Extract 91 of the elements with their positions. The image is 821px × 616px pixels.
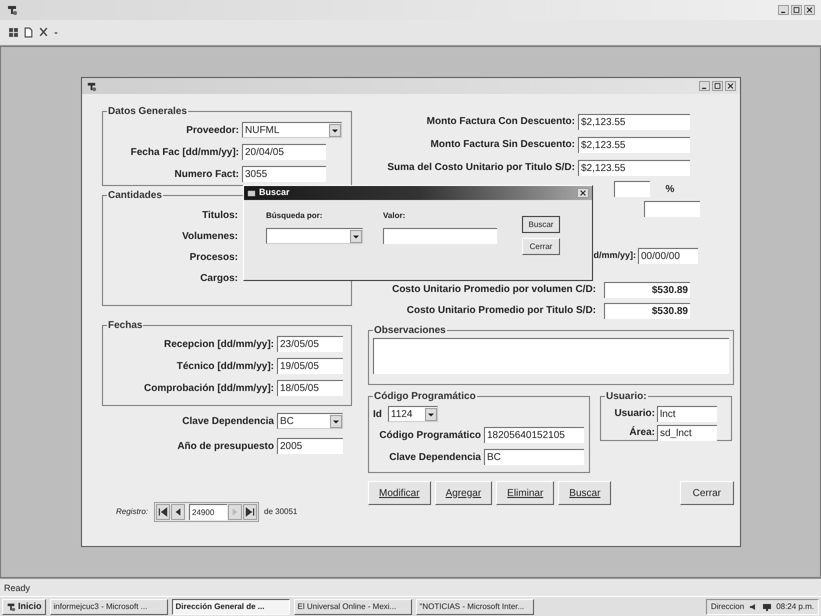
group-title: Fechas [107, 319, 144, 333]
field-label: Suma del Costo Unitario por Titulo S/D: [386, 161, 575, 175]
field-label: Área: [628, 425, 655, 440]
text-field[interactable] [614, 181, 650, 197]
field-label: Costo Unitario Promedio por volumen C/D: [392, 283, 596, 297]
text-field[interactable]: 2005 [277, 438, 343, 454]
taskbar-button[interactable]: Dirección General de ... [172, 598, 290, 614]
field-label: Cargos: [199, 272, 238, 286]
field-label: Valor: [383, 210, 406, 222]
field-label: Año de presupuesto [176, 440, 274, 454]
form-button[interactable]: Eliminar [496, 481, 554, 505]
field-label: Clave Dependencia [181, 414, 274, 428]
group-title: Código Programático [373, 390, 477, 404]
text-field[interactable]: 20/04/05 [242, 144, 326, 160]
maximize-icon[interactable] [712, 81, 723, 91]
clock: 08:24 p.m. [776, 600, 814, 612]
form-button[interactable]: Agregar [434, 481, 492, 505]
field-label: Monto Factura Sin Descuento: [430, 138, 575, 152]
group-title: Datos Generales [107, 105, 188, 119]
first-record-icon[interactable] [156, 504, 170, 520]
dropdown[interactable]: 1124 [388, 406, 438, 422]
monitor-icon[interactable] [762, 602, 772, 612]
minimize-icon[interactable] [699, 81, 710, 91]
field-label: Procesos: [188, 251, 238, 265]
close-icon[interactable] [804, 5, 815, 15]
text-field[interactable]: 3055 [242, 166, 326, 182]
field-label: Técnico [dd/mm/yy]: [176, 360, 274, 374]
field-label: Numero Fact: [174, 168, 239, 182]
text-field[interactable]: lnct [657, 406, 717, 422]
dialog-button[interactable]: Buscar [522, 216, 560, 233]
field-label: d/mm/yy]: [593, 249, 636, 262]
close-icon[interactable] [725, 81, 736, 91]
form-button[interactable]: Buscar [558, 481, 612, 505]
text-field[interactable] [383, 228, 497, 244]
text-field[interactable]: BC [484, 449, 584, 465]
last-record-icon[interactable] [243, 504, 258, 520]
text-field[interactable]: $2,123.55 [578, 160, 690, 176]
text-field[interactable]: sd_lnct [657, 424, 717, 440]
tray-label: Direccion [710, 600, 744, 612]
dialog-button[interactable]: Cerrar [522, 238, 560, 255]
text-field[interactable]: 00/00/00 [638, 248, 698, 264]
form-button[interactable]: Modificar [368, 481, 431, 505]
taskbar-button[interactable]: El Universal Online - Mexi... [294, 598, 412, 614]
field-label: Recepcion [dd/mm/yy]: [162, 338, 274, 352]
minimize-icon[interactable] [778, 5, 789, 15]
app-icon [86, 80, 97, 92]
text-field[interactable]: 23/05/05 [277, 336, 343, 352]
text-field[interactable]: $530.89 [604, 282, 690, 298]
grid-icon[interactable] [8, 27, 19, 38]
record-count: de 30051 [264, 506, 298, 518]
text-field[interactable] [644, 201, 700, 217]
dialog-title: Buscar [259, 186, 291, 200]
group-title: Observaciones [373, 324, 447, 338]
taskbar-button[interactable]: "NOTICIAS - Microsoft Inter... [416, 598, 534, 614]
text-area[interactable] [373, 338, 729, 374]
field-label: Titulos: [201, 209, 238, 223]
app-icon [6, 602, 16, 612]
field-label: Registro: [116, 506, 148, 518]
field-label: Monto Factura Con Descuento: [426, 115, 575, 129]
start-button[interactable]: Inicio [2, 598, 46, 614]
field-label: Comprobación [dd/mm/yy]: [142, 382, 274, 396]
field-label: Proveedor: [185, 124, 239, 138]
maximize-icon[interactable] [791, 5, 802, 15]
group-title: Usuario: [605, 390, 648, 404]
group-title: Cantidades [107, 189, 163, 203]
field-label: Costo Unitario Promedio por Titulo S/D: [406, 304, 596, 318]
text-field[interactable]: $2,123.55 [578, 136, 690, 152]
percent-sign: % [664, 182, 676, 196]
close-icon[interactable] [577, 188, 589, 198]
window-icon [247, 188, 256, 198]
close-form-button[interactable]: Cerrar [680, 481, 734, 505]
field-label: Código Programático [378, 428, 481, 442]
text-field[interactable]: 19/05/05 [277, 358, 343, 374]
taskbar-button[interactable]: informejcuc3 - Microsoft ... [50, 598, 168, 614]
text-field[interactable]: $2,123.55 [578, 114, 690, 130]
record-number-field[interactable]: 24900 [189, 504, 228, 520]
field-label: Usuario: [613, 407, 655, 421]
text-field[interactable]: $530.89 [604, 302, 690, 318]
text-field[interactable]: 18205640152105 [484, 427, 584, 443]
dropdown[interactable] [266, 228, 363, 244]
dropdown[interactable]: BC [277, 413, 343, 429]
field-label: Id [373, 408, 382, 422]
field-label: Volumenes: [181, 230, 238, 244]
document-icon[interactable] [23, 27, 34, 38]
text-field[interactable]: 18/05/05 [277, 380, 343, 396]
field-label: Fecha Fac [dd/mm/yy]: [130, 146, 239, 160]
field-label: Búsqueda por: [266, 210, 324, 222]
dropdown[interactable]: NUFML [242, 122, 342, 138]
field-label: Clave Dependencia [388, 450, 481, 464]
app-icon [6, 4, 18, 16]
previous-record-icon[interactable] [171, 504, 186, 520]
